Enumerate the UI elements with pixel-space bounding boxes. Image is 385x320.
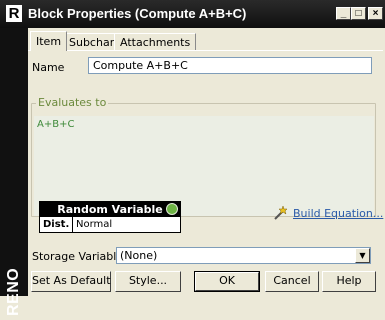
block-properties-dialog: R Block Properties (Compute A+B+C) _ □ ×…	[0, 0, 385, 316]
distribution-row[interactable]: Dist. Normal	[40, 217, 180, 232]
random-variable-header: Random Variable	[40, 202, 180, 217]
tab-bar: Item Subchart Attachments	[28, 31, 385, 51]
evaluates-legend: Evaluates to	[36, 96, 109, 110]
maximize-button[interactable]: □	[351, 7, 366, 20]
storage-variable-value: (None)	[120, 249, 158, 262]
cell-divider	[72, 217, 73, 232]
window-title: Block Properties (Compute A+B+C)	[28, 6, 247, 21]
tab-attachments[interactable]: Attachments	[114, 33, 197, 50]
globe-icon[interactable]	[166, 203, 178, 215]
storage-variable-select[interactable]: (None) ▼	[116, 247, 371, 264]
random-variable-box[interactable]: Random Variable Dist. Normal	[39, 201, 181, 233]
random-variable-title: Random Variable	[57, 203, 163, 216]
cancel-button[interactable]: Cancel	[265, 271, 319, 292]
chevron-down-icon[interactable]: ▼	[355, 248, 370, 263]
minimize-button[interactable]: _	[336, 7, 351, 20]
distribution-key: Dist.	[43, 219, 70, 230]
evaluates-group: Evaluates to A+B+C	[31, 96, 376, 217]
name-field[interactable]: Compute A+B+C	[88, 57, 372, 74]
style-label: Style...	[128, 274, 168, 287]
ok-button[interactable]: OK	[194, 271, 260, 292]
tab-item[interactable]: Item	[30, 31, 68, 51]
wand-icon[interactable]	[273, 205, 289, 221]
item-tab-panel: Name Compute A+B+C Evaluates to A+B+C Ra…	[28, 50, 383, 264]
set-as-default-button[interactable]: Set As Default	[31, 271, 111, 292]
set-as-default-label: Set As Default	[32, 274, 111, 287]
help-label: Help	[336, 274, 362, 287]
dialog-content: Item Subchart Attachments Name Compute A…	[28, 28, 385, 296]
style-button[interactable]: Style...	[115, 271, 181, 292]
brand-sidebar: RENO	[0, 28, 28, 316]
distribution-value: Normal	[76, 219, 113, 230]
storage-variable-label: Storage Variable	[32, 250, 124, 263]
name-label: Name	[32, 61, 65, 74]
close-button[interactable]: ×	[368, 7, 383, 20]
build-equation-link[interactable]: Build Equation...	[293, 207, 383, 220]
expression-text: A+B+C	[37, 119, 75, 130]
app-icon: R	[6, 5, 22, 22]
help-button[interactable]: Help	[322, 271, 376, 292]
brand-logo: RENO	[5, 267, 22, 317]
cancel-label: Cancel	[273, 274, 311, 287]
title-bar[interactable]: R Block Properties (Compute A+B+C) _ □ ×	[0, 0, 385, 28]
ok-label: OK	[195, 272, 259, 291]
